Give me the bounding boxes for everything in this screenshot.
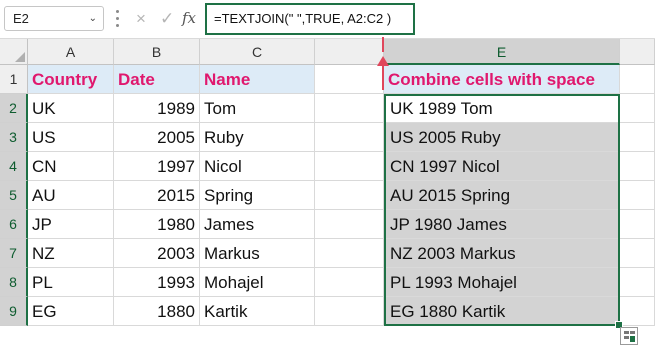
country-cell[interactable]: JP <box>28 210 114 239</box>
date-cell[interactable]: 1880 <box>114 297 200 326</box>
name-cell[interactable]: Nicol <box>200 152 315 181</box>
empty-cell[interactable] <box>620 181 655 210</box>
date-cell[interactable]: 2003 <box>114 239 200 268</box>
column-header[interactable]: C <box>200 39 315 65</box>
grip-icon <box>116 10 119 28</box>
date-cell[interactable]: 1993 <box>114 268 200 297</box>
name-cell[interactable]: Mohajel <box>200 268 315 297</box>
column-header[interactable]: E <box>384 39 620 65</box>
select-all-corner[interactable] <box>0 39 28 65</box>
row-header[interactable]: 7 <box>0 239 28 268</box>
empty-cell[interactable] <box>315 65 384 94</box>
enter-icon[interactable]: ✓ <box>160 6 174 31</box>
formula-input[interactable]: =TEXTJOIN(" ",TRUE, A2:C2 ) <box>205 3 415 35</box>
row-header[interactable]: 4 <box>0 152 28 181</box>
empty-cell[interactable] <box>315 239 384 268</box>
date-cell[interactable]: 2005 <box>114 123 200 152</box>
name-cell[interactable]: Tom <box>200 94 315 123</box>
result-cell[interactable]: UK 1989 Tom <box>384 94 620 123</box>
date-cell[interactable]: 2015 <box>114 181 200 210</box>
empty-cell[interactable] <box>620 239 655 268</box>
empty-cell[interactable] <box>620 152 655 181</box>
insert-function-icon[interactable]: fx <box>182 6 196 31</box>
empty-cell[interactable] <box>620 123 655 152</box>
name-box[interactable]: E2 ⌄ <box>4 6 104 31</box>
row-header[interactable]: 2 <box>0 94 28 123</box>
header-date[interactable]: Date <box>114 65 200 94</box>
date-cell[interactable]: 1980 <box>114 210 200 239</box>
country-cell[interactable]: US <box>28 123 114 152</box>
date-cell[interactable]: 1989 <box>114 94 200 123</box>
name-box-value: E2 <box>13 11 29 26</box>
empty-cell[interactable] <box>315 123 384 152</box>
name-cell[interactable]: Ruby <box>200 123 315 152</box>
name-cell[interactable]: James <box>200 210 315 239</box>
date-cell[interactable]: 1997 <box>114 152 200 181</box>
result-cell[interactable]: US 2005 Ruby <box>384 123 620 152</box>
column-header[interactable] <box>620 39 655 65</box>
row-header[interactable]: 6 <box>0 210 28 239</box>
column-header[interactable]: B <box>114 39 200 65</box>
formula-bar: E2 ⌄ × ✓ fx =TEXTJOIN(" ",TRUE, A2:C2 ) <box>0 0 655 38</box>
row-header[interactable]: 5 <box>0 181 28 210</box>
chevron-down-icon[interactable]: ⌄ <box>89 7 97 30</box>
cancel-icon[interactable]: × <box>136 6 146 31</box>
name-cell[interactable]: Spring <box>200 181 315 210</box>
result-cell[interactable]: PL 1993 Mohajel <box>384 268 620 297</box>
result-cell[interactable]: NZ 2003 Markus <box>384 239 620 268</box>
result-cell[interactable]: AU 2015 Spring <box>384 181 620 210</box>
column-header[interactable]: A <box>28 39 114 65</box>
empty-cell[interactable] <box>620 297 655 326</box>
empty-cell[interactable] <box>315 297 384 326</box>
country-cell[interactable]: CN <box>28 152 114 181</box>
row-header[interactable]: 3 <box>0 123 28 152</box>
result-header[interactable]: Combine cells with space <box>384 65 620 94</box>
empty-cell[interactable] <box>620 65 655 94</box>
country-cell[interactable]: PL <box>28 268 114 297</box>
column-header[interactable] <box>315 39 384 65</box>
result-cell[interactable]: EG 1880 Kartik <box>384 297 620 326</box>
empty-cell[interactable] <box>620 94 655 123</box>
quick-analysis-icon[interactable] <box>620 327 638 345</box>
country-cell[interactable]: UK <box>28 94 114 123</box>
row-header[interactable]: 8 <box>0 268 28 297</box>
country-cell[interactable]: AU <box>28 181 114 210</box>
result-cell[interactable]: CN 1997 Nicol <box>384 152 620 181</box>
header-name[interactable]: Name <box>200 65 315 94</box>
empty-cell[interactable] <box>315 94 384 123</box>
name-cell[interactable]: Markus <box>200 239 315 268</box>
country-cell[interactable]: NZ <box>28 239 114 268</box>
header-country[interactable]: Country <box>28 65 114 94</box>
result-cell[interactable]: JP 1980 James <box>384 210 620 239</box>
name-cell[interactable]: Kartik <box>200 297 315 326</box>
country-cell[interactable]: EG <box>28 297 114 326</box>
empty-cell[interactable] <box>620 210 655 239</box>
row-header[interactable]: 9 <box>0 297 28 326</box>
empty-cell[interactable] <box>315 152 384 181</box>
row-header[interactable]: 1 <box>0 65 28 94</box>
empty-cell[interactable] <box>620 268 655 297</box>
empty-cell[interactable] <box>315 268 384 297</box>
empty-cell[interactable] <box>315 210 384 239</box>
empty-cell[interactable] <box>315 181 384 210</box>
